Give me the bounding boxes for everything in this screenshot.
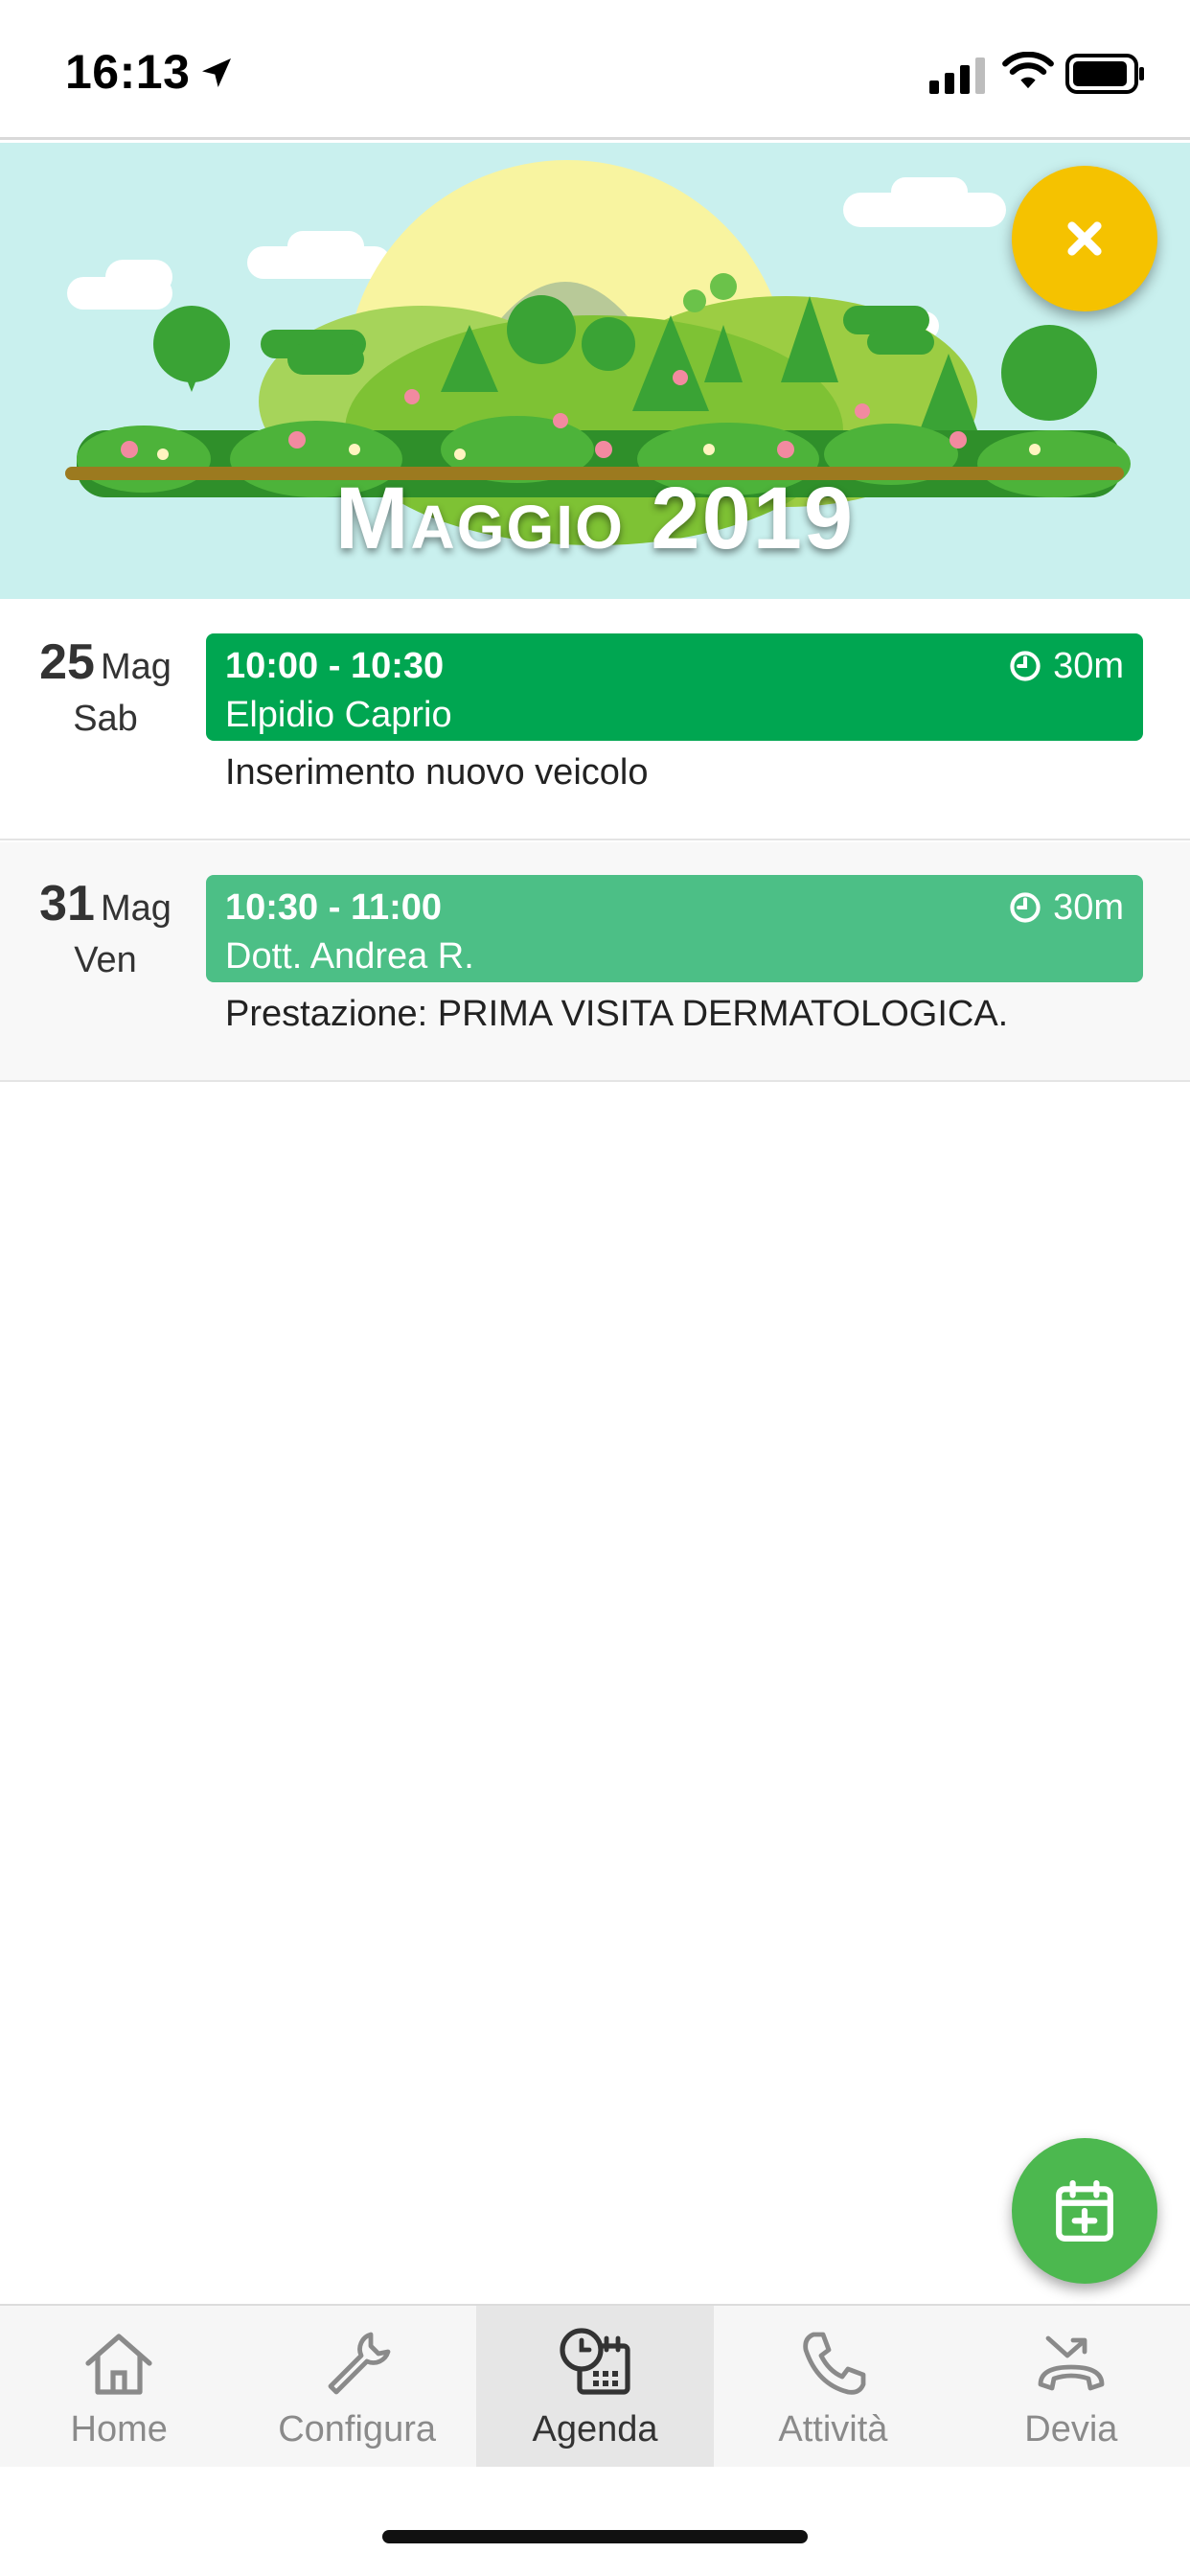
event-day: 25 bbox=[39, 634, 95, 690]
event-contact-name: Elpidio Caprio bbox=[225, 695, 452, 735]
tab-label: Configura bbox=[278, 2409, 436, 2450]
month-banner: Maggio 2019 bbox=[0, 143, 1190, 599]
agenda-clock-icon bbox=[560, 2328, 630, 2395]
close-button[interactable] bbox=[1012, 166, 1157, 311]
event-month: Mag bbox=[100, 647, 172, 687]
event-date: 31 Mag Ven bbox=[19, 875, 192, 981]
event-card[interactable]: 10:30 - 11:00 Dott. Andrea R. 30m bbox=[206, 875, 1143, 982]
event-card[interactable]: 10:00 - 10:30 Elpidio Caprio 30m bbox=[206, 633, 1143, 741]
tab-attivita[interactable]: Attività bbox=[714, 2306, 951, 2467]
status-bar: 16:13 bbox=[0, 0, 1190, 140]
agenda-row[interactable]: 31 Mag Ven 10:30 - 11:00 Dott. Andrea R. … bbox=[0, 842, 1190, 1082]
tab-label: Devia bbox=[1024, 2409, 1118, 2450]
wifi-icon bbox=[1002, 52, 1054, 89]
event-description: Prestazione: PRIMA VISITA DERMATOLOGICA. bbox=[225, 994, 1009, 1034]
event-duration: 30m bbox=[1009, 641, 1124, 691]
wrench-icon bbox=[328, 2332, 391, 2395]
tab-home[interactable]: Home bbox=[0, 2306, 238, 2467]
tab-devia[interactable]: Devia bbox=[952, 2306, 1190, 2467]
event-weekday: Sab bbox=[73, 699, 138, 739]
event-month: Mag bbox=[100, 888, 172, 929]
cellular-signal-icon bbox=[929, 58, 985, 94]
location-arrow-icon bbox=[202, 58, 231, 87]
status-time: 16:13 bbox=[65, 45, 191, 99]
event-duration-label: 30m bbox=[1053, 646, 1124, 686]
tab-label: Agenda bbox=[532, 2409, 658, 2450]
event-time-range: 10:30 - 11:00 bbox=[225, 887, 443, 928]
close-icon bbox=[1067, 221, 1102, 256]
home-indicator[interactable] bbox=[382, 2530, 808, 2543]
clock-icon bbox=[1010, 651, 1041, 681]
calendar-plus-icon bbox=[1056, 2180, 1113, 2242]
clock-icon bbox=[1010, 892, 1041, 923]
add-event-button[interactable] bbox=[1012, 2138, 1157, 2284]
event-duration: 30m bbox=[1009, 883, 1124, 932]
month-title: Maggio 2019 bbox=[334, 470, 856, 567]
phone-icon bbox=[803, 2332, 866, 2395]
event-date: 25 Mag Sab bbox=[19, 633, 192, 740]
event-contact-name: Dott. Andrea R. bbox=[225, 936, 474, 977]
event-duration-label: 30m bbox=[1053, 887, 1124, 928]
event-time-range: 10:00 - 10:30 bbox=[225, 646, 445, 686]
tab-label: Home bbox=[70, 2409, 168, 2450]
event-day: 31 bbox=[39, 876, 95, 932]
event-weekday: Ven bbox=[74, 940, 137, 980]
bottom-tab-bar: Home Configura Agenda Attività Devia bbox=[0, 2304, 1190, 2467]
event-description: Inserimento nuovo veicolo bbox=[225, 752, 649, 793]
tab-configura[interactable]: Configura bbox=[238, 2306, 475, 2467]
tab-agenda[interactable]: Agenda bbox=[475, 2306, 715, 2467]
battery-icon bbox=[1065, 54, 1144, 94]
call-divert-icon bbox=[1038, 2335, 1105, 2391]
home-icon bbox=[85, 2334, 152, 2395]
agenda-row[interactable]: 25 Mag Sab 10:00 - 10:30 Elpidio Caprio 3… bbox=[0, 601, 1190, 840]
tab-label: Attività bbox=[778, 2409, 888, 2450]
